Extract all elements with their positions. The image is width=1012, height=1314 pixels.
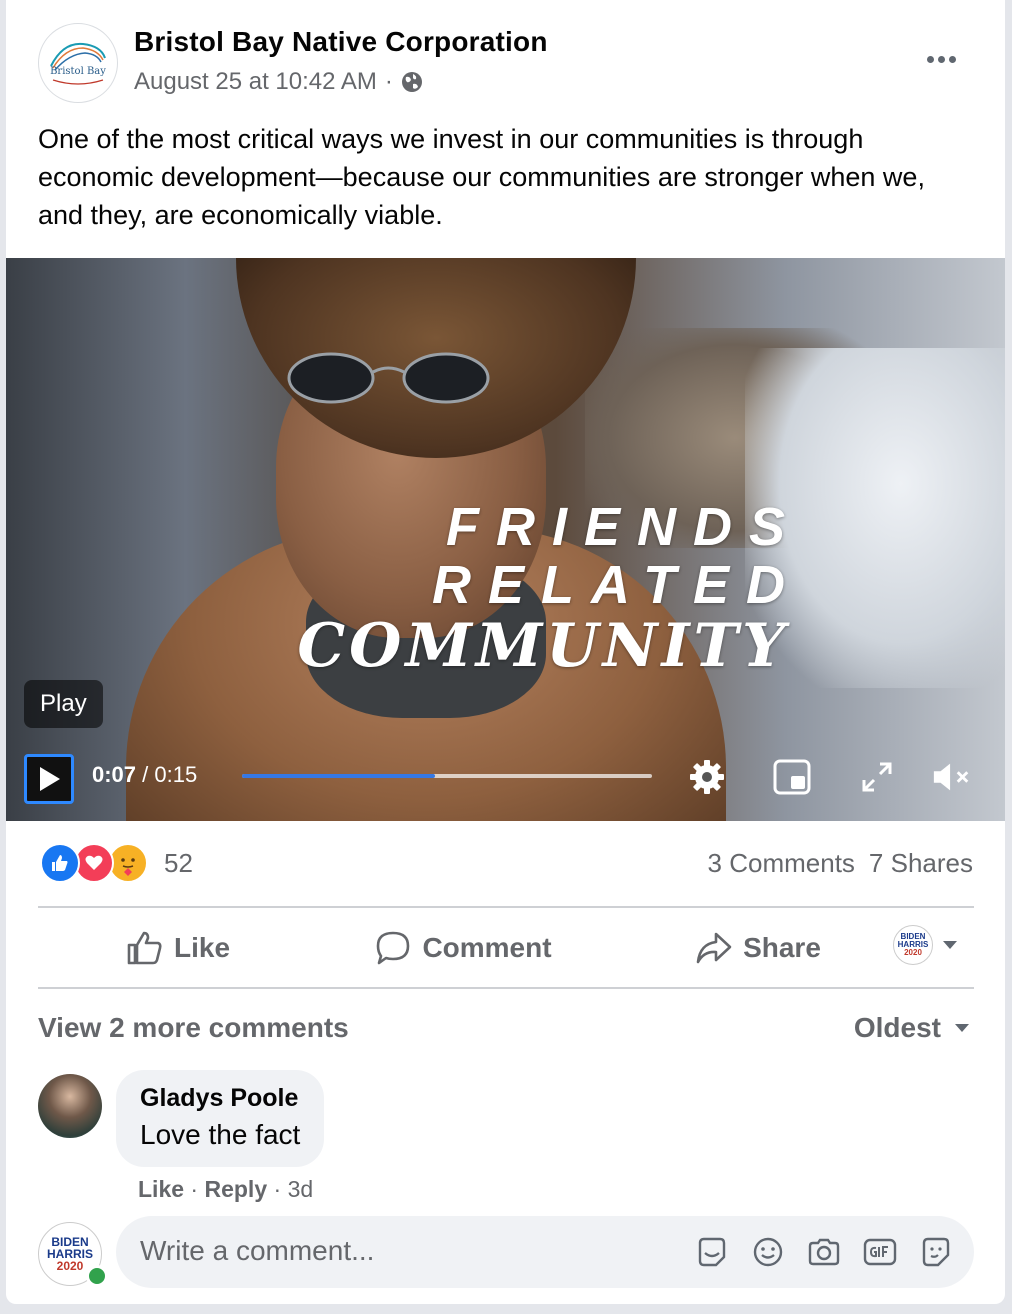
- divider: [38, 906, 974, 908]
- dot-icon: [937, 55, 945, 63]
- settings-button[interactable]: [686, 756, 728, 798]
- profile-avatar: BIDEN HARRIS 2020: [893, 925, 933, 965]
- reactions-summary[interactable]: 52: [40, 843, 193, 883]
- like-reaction-icon: [40, 843, 80, 883]
- video-overlay-text: FRIENDS RELATED COMMUNITY: [297, 498, 785, 678]
- gif-icon: [863, 1238, 897, 1266]
- camera-icon: [808, 1238, 840, 1266]
- page-name[interactable]: Bristol Bay Native Corporation: [134, 26, 548, 58]
- chevron-down-icon: [943, 941, 957, 949]
- camera-button[interactable]: [806, 1234, 842, 1270]
- dot-icon: [926, 55, 934, 63]
- comment-button[interactable]: Comment: [318, 918, 608, 978]
- comment-age[interactable]: 3d: [288, 1176, 314, 1202]
- post-stats: 3 Comments 7 Shares: [708, 848, 973, 879]
- mute-button[interactable]: [931, 756, 973, 798]
- emoji-button[interactable]: [750, 1234, 786, 1270]
- comment-composer[interactable]: [116, 1216, 974, 1288]
- comment-bubble: Gladys Poole Love the fact: [116, 1070, 325, 1167]
- play-button[interactable]: [24, 754, 74, 804]
- comment-sort-dropdown[interactable]: Oldest: [854, 1012, 969, 1044]
- care-reaction-icon: [108, 843, 148, 883]
- post-action-bar: Like Comment Share: [38, 910, 974, 986]
- comment-input[interactable]: [138, 1234, 662, 1268]
- video-time: 0:07 / 0:15: [92, 762, 197, 788]
- comment-like-link[interactable]: Like: [138, 1176, 184, 1202]
- comments-count[interactable]: 3 Comments: [708, 848, 855, 879]
- meta-separator: ·: [384, 68, 393, 95]
- post-text: One of the most critical ways we invest …: [38, 124, 925, 230]
- video-person-sunglasses: [287, 352, 490, 404]
- post-as-selector[interactable]: BIDEN HARRIS 2020: [893, 925, 957, 965]
- like-button[interactable]: Like: [38, 918, 318, 978]
- sticker-icon: [922, 1237, 950, 1267]
- settings-icon: [690, 760, 724, 794]
- progress-bar[interactable]: [242, 774, 652, 778]
- time-separator: /: [136, 762, 155, 787]
- share-arrow-icon: [696, 932, 732, 964]
- globe-icon[interactable]: [401, 71, 423, 93]
- post-card: Bristol Bay Bristol Bay Native Corporati…: [6, 0, 1005, 1304]
- fullscreen-button[interactable]: [856, 756, 898, 798]
- video-controls: 0:07 / 0:15: [6, 748, 1005, 808]
- dot-icon: [948, 55, 956, 63]
- avatar-badge-line3: 2020: [56, 1259, 84, 1273]
- svg-text:Bristol Bay: Bristol Bay: [50, 66, 106, 77]
- view-more-comments-link[interactable]: View 2 more comments: [38, 1012, 349, 1044]
- comment-author[interactable]: Gladys Poole: [140, 1084, 300, 1113]
- emoji-icon: [753, 1237, 783, 1267]
- post-meta: August 25 at 10:42 AM ·: [134, 68, 423, 96]
- sticker-button[interactable]: [918, 1234, 954, 1270]
- play-tooltip: Play: [24, 680, 103, 728]
- share-label: Share: [743, 932, 821, 963]
- avatar-sticker-icon: [698, 1237, 726, 1267]
- divider: [38, 987, 974, 989]
- online-status-indicator: [86, 1265, 108, 1287]
- post-timestamp[interactable]: August 25 at 10:42 AM: [134, 68, 377, 96]
- like-label: Like: [173, 932, 231, 963]
- chevron-down-icon: [955, 1024, 969, 1032]
- current-time: 0:07: [92, 762, 137, 787]
- composer-icons: [694, 1234, 954, 1270]
- comment-reply-link[interactable]: Reply: [204, 1176, 267, 1202]
- fullscreen-icon: [862, 762, 892, 792]
- page-avatar[interactable]: Bristol Bay: [38, 23, 118, 103]
- muted-icon: [933, 763, 969, 791]
- avatar-sticker-button[interactable]: [694, 1234, 730, 1270]
- commenter-avatar[interactable]: [38, 1074, 102, 1138]
- overlay-line-friends: FRIENDS: [445, 497, 802, 557]
- comment-label: Comment: [422, 932, 552, 963]
- share-button[interactable]: Share: [608, 918, 908, 978]
- overlay-line-community: COMMUNITY: [297, 611, 789, 681]
- comment-text: Love the fact: [140, 1119, 301, 1150]
- progress-fill: [242, 774, 435, 778]
- love-reaction-icon: [74, 843, 114, 883]
- pip-icon: [773, 759, 811, 795]
- overlay-line-related: RELATED: [432, 555, 802, 615]
- more-options-button[interactable]: [921, 44, 961, 74]
- duration: 0:15: [154, 762, 198, 787]
- comment-actions: Like · Reply · 3d: [138, 1176, 314, 1202]
- sort-label: Oldest: [853, 1012, 941, 1043]
- picture-in-picture-button[interactable]: [771, 756, 813, 798]
- reaction-count[interactable]: 52: [164, 848, 193, 879]
- video-player[interactable]: FRIENDS RELATED COMMUNITY Play 0:07 / 0:…: [6, 258, 1005, 821]
- play-icon: [40, 767, 60, 791]
- shares-count[interactable]: 7 Shares: [869, 848, 973, 879]
- gif-button[interactable]: [862, 1234, 898, 1270]
- comment-icon: [377, 931, 410, 965]
- thumbs-up-icon: [127, 931, 162, 965]
- avatar-badge-line3: 2020: [904, 948, 922, 957]
- bristol-bay-logo: Bristol Bay: [50, 42, 106, 85]
